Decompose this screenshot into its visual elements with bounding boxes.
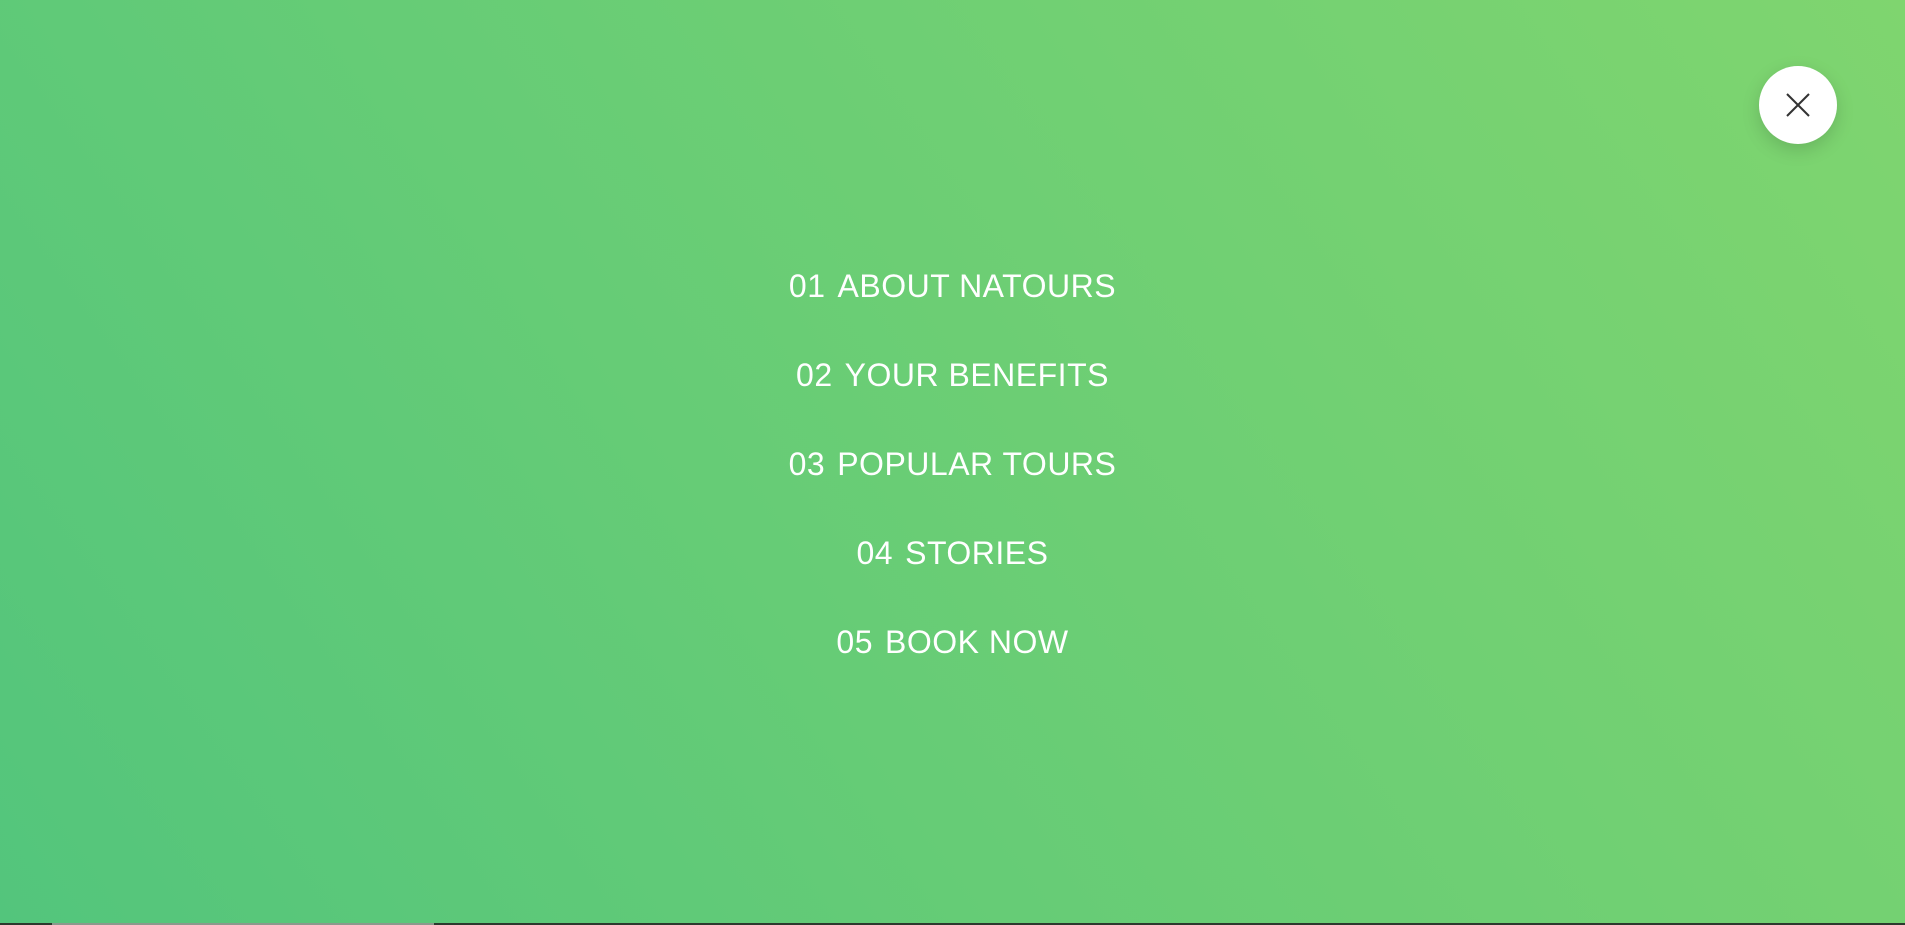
nav-item-book: 05 BOOK NOW — [0, 606, 1905, 695]
nav-item-number: 01 — [788, 268, 826, 304]
nav-item-label: POPULAR TOURS — [837, 446, 1117, 482]
nav-link-your-benefits[interactable]: 02 YOUR BENEFITS — [788, 339, 1117, 411]
nav-link-about-natours[interactable]: 01 ABOUT NATOURS — [781, 250, 1124, 322]
nav-item-label: ABOUT NATOURS — [837, 268, 1117, 304]
nav-item-about: 01 ABOUT NATOURS — [0, 250, 1905, 339]
nav-item-stories: 04 STORIES — [0, 517, 1905, 606]
nav-item-label: BOOK NOW — [885, 624, 1069, 660]
nav-item-label: YOUR BENEFITS — [844, 357, 1109, 393]
navigation-menu: 01 ABOUT NATOURS 02 YOUR BENEFITS 03 POPULA… — [0, 250, 1905, 695]
nav-item-number: 02 — [796, 357, 833, 393]
nav-link-popular-tours[interactable]: 03 POPULAR TOURS — [781, 428, 1125, 500]
nav-item-number: 05 — [836, 624, 874, 660]
close-icon — [1786, 93, 1810, 117]
nav-item-label: STORIES — [905, 535, 1049, 571]
nav-link-book-now[interactable]: 05 BOOK NOW — [828, 606, 1076, 678]
nav-item-tours: 03 POPULAR TOURS — [0, 428, 1905, 517]
nav-item-number: 04 — [856, 535, 894, 571]
close-navigation-button[interactable] — [1759, 66, 1837, 144]
nav-item-benefits: 02 YOUR BENEFITS — [0, 339, 1905, 428]
nav-item-number: 03 — [788, 446, 826, 482]
nav-link-stories[interactable]: 04 STORIES — [849, 517, 1057, 589]
